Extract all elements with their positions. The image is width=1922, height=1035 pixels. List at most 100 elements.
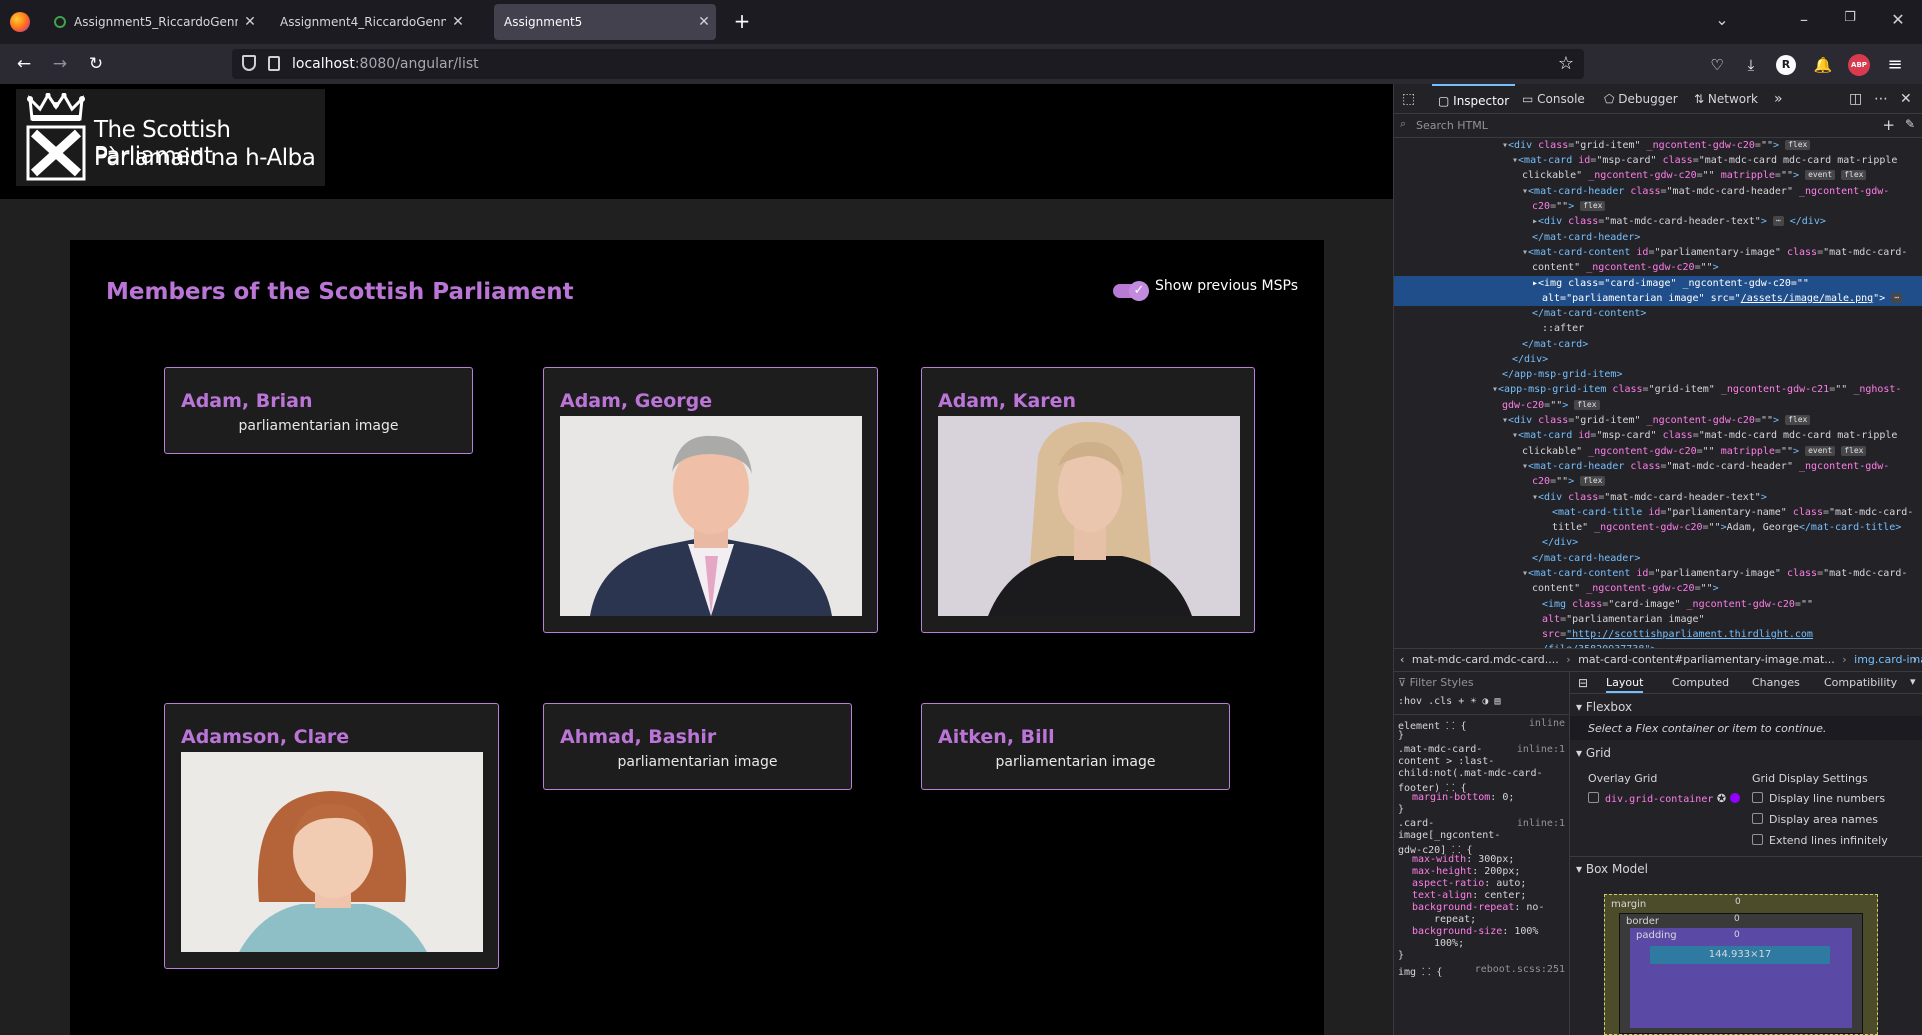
extension-notification-icon[interactable]: 🔔: [1812, 54, 1834, 76]
checkbox[interactable]: [1752, 834, 1763, 845]
box-model-margin[interactable]: margin 0 border 0 padding 0 144.933×17: [1604, 894, 1878, 1035]
html-search-bar[interactable]: ⌕ Search HTML + ✎: [1394, 114, 1922, 138]
dom-node[interactable]: </div>: [1394, 535, 1922, 550]
cls-toggle[interactable]: .cls: [1428, 696, 1452, 707]
css-selector[interactable]: .card-: [1398, 818, 1434, 829]
option-extend-lines[interactable]: Extend lines infinitely: [1752, 834, 1888, 847]
dom-node[interactable]: ::after: [1394, 321, 1922, 336]
dom-node-selected[interactable]: alt="parliamentarian image" src="/assets…: [1394, 291, 1922, 307]
dark-theme-icon[interactable]: ◑: [1482, 696, 1488, 707]
shield-icon[interactable]: [242, 55, 256, 71]
option-display-area-names[interactable]: Display area names: [1752, 813, 1878, 826]
reload-button[interactable]: ↻: [84, 52, 108, 76]
tab-assignment5-riccardo[interactable]: Assignment5_RiccardoGennaro ✕: [44, 4, 262, 40]
dom-node[interactable]: ▾<mat-card-content id="parliamentary-ima…: [1394, 566, 1922, 581]
list-all-tabs-icon[interactable]: ⌄: [1702, 10, 1742, 29]
dom-node[interactable]: <mat-card-title id="parliamentary-name" …: [1394, 505, 1922, 520]
dom-node[interactable]: </mat-card-content>: [1394, 306, 1922, 321]
tab-debugger[interactable]: ⬠ Debugger: [1604, 84, 1678, 114]
css-declaration[interactable]: max-height: 200px;: [1398, 866, 1520, 877]
breadcrumb-item[interactable]: mat-card-content#parliamentary-image.mat…: [1578, 653, 1835, 666]
tab-inspector[interactable]: ▢ Inspector: [1432, 84, 1516, 114]
close-devtools-icon[interactable]: ✕: [1900, 84, 1912, 114]
chevron-left-icon[interactable]: ‹: [1394, 653, 1408, 666]
tab-assignment4-riccardo[interactable]: Assignment4_RiccardoGennaro_24 ✕: [270, 4, 470, 40]
tab-computed[interactable]: Computed: [1672, 676, 1729, 689]
light-theme-icon[interactable]: ☀: [1470, 696, 1476, 707]
tab-changes[interactable]: Changes: [1752, 676, 1800, 689]
dom-node[interactable]: ▾<div class="mat-mdc-card-header-text">: [1394, 490, 1922, 505]
menu-icon[interactable]: ≡: [1884, 54, 1906, 76]
css-source[interactable]: inline:1: [1517, 818, 1565, 829]
hov-toggle[interactable]: :hov: [1398, 696, 1422, 707]
css-selector[interactable]: .mat-mdc-card-: [1398, 744, 1482, 755]
pocket-icon[interactable]: ♡: [1706, 54, 1728, 76]
adblock-plus-icon[interactable]: ABP: [1848, 54, 1870, 76]
css-rule-element[interactable]: element ⸬ {: [1398, 718, 1467, 732]
dom-tree[interactable]: ▾<div class="grid-item" _ngcontent-gdw-c…: [1394, 138, 1922, 648]
show-previous-msps-toggle[interactable]: ✓: [1111, 281, 1149, 301]
margin-top-value[interactable]: 0: [1735, 897, 1741, 907]
css-source[interactable]: inline: [1529, 718, 1565, 729]
url-bar[interactable]: localhost:8080/angular/list ☆: [232, 49, 1584, 79]
checkbox[interactable]: [1588, 792, 1599, 803]
parliament-logo[interactable]: The Scottish Parliament Pàrlamaid na h-A…: [16, 89, 325, 186]
css-declaration[interactable]: aspect-ratio: auto;: [1398, 878, 1526, 889]
sidebar-toggle-icon[interactable]: ⊟: [1578, 676, 1588, 690]
filter-styles-input[interactable]: ⊽ Filter Styles: [1398, 676, 1474, 689]
add-rule-icon[interactable]: +: [1458, 696, 1464, 707]
css-declaration[interactable]: background-size: 100%: [1398, 926, 1538, 937]
css-declaration[interactable]: max-width: 300px;: [1398, 854, 1514, 865]
css-declaration[interactable]: text-align: center;: [1398, 890, 1526, 901]
firefox-icon[interactable]: [10, 12, 30, 32]
more-options-icon[interactable]: ⋯: [1874, 84, 1888, 114]
print-media-icon[interactable]: ▤: [1494, 696, 1500, 707]
msp-card[interactable]: Adamson, Clare: [164, 703, 499, 969]
eyedropper-icon[interactable]: ✎: [1905, 117, 1915, 131]
highlight-icon[interactable]: ✪: [1717, 792, 1726, 805]
account-icon[interactable]: R: [1776, 55, 1796, 75]
chevron-down-icon[interactable]: ▾: [1910, 675, 1916, 688]
dom-node[interactable]: ▾<div class="grid-item" _ngcontent-gdw-c…: [1394, 413, 1922, 428]
css-declaration[interactable]: background-repeat: no-: [1398, 902, 1544, 913]
msp-card[interactable]: Adam, Karen: [921, 367, 1255, 633]
tab-network[interactable]: ⇅ Network: [1694, 84, 1758, 114]
close-icon[interactable]: ✕: [692, 14, 716, 30]
dom-node[interactable]: </mat-card>: [1394, 337, 1922, 352]
close-icon[interactable]: ✕: [446, 14, 470, 30]
padding-top-value[interactable]: 0: [1734, 930, 1740, 940]
css-source[interactable]: reboot.scss:251: [1475, 964, 1565, 975]
checkbox[interactable]: [1752, 792, 1763, 803]
dom-node[interactable]: ▾<mat-card-content id="parliamentary-ima…: [1394, 245, 1922, 260]
checkbox[interactable]: [1752, 813, 1763, 824]
dom-node[interactable]: </div>: [1394, 352, 1922, 367]
dock-side-icon[interactable]: ◫: [1849, 84, 1862, 114]
dom-node[interactable]: </app-msp-grid-item>: [1394, 367, 1922, 382]
dom-node[interactable]: ▾<mat-card id="msp-card" class="mat-mdc-…: [1394, 428, 1922, 443]
grid-section-header[interactable]: ▾ Grid: [1576, 746, 1611, 760]
breadcrumb-item[interactable]: mat-mdc-card.mdc-card....: [1412, 653, 1559, 666]
more-tabs-icon[interactable]: »: [1774, 84, 1783, 114]
box-model-padding[interactable]: padding 0 144.933×17: [1630, 928, 1852, 1028]
url-text[interactable]: localhost:8080/angular/list: [292, 56, 479, 72]
restore-button[interactable]: ❐: [1830, 10, 1870, 25]
bookmark-star-icon[interactable]: ☆: [1558, 53, 1574, 74]
search-input[interactable]: Search HTML: [1416, 119, 1488, 132]
grid-container-row[interactable]: div.grid-container ✪: [1588, 792, 1740, 805]
add-node-icon[interactable]: +: [1882, 116, 1895, 134]
box-model-border[interactable]: border 0 padding 0 144.933×17: [1619, 913, 1863, 1034]
minimize-button[interactable]: –: [1784, 10, 1824, 29]
dom-node[interactable]: ▾<div class="grid-item" _ngcontent-gdw-c…: [1394, 138, 1922, 153]
new-tab-button[interactable]: +: [728, 8, 756, 36]
tab-compatibility[interactable]: Compatibility: [1824, 676, 1897, 689]
box-model-content[interactable]: 144.933×17: [1650, 946, 1830, 964]
dom-node[interactable]: ▾<mat-card id="msp-card" class="mat-mdc-…: [1394, 153, 1922, 168]
color-swatch[interactable]: [1729, 793, 1740, 803]
dom-node[interactable]: </mat-card-header>: [1394, 551, 1922, 566]
chevron-right-icon[interactable]: ›: [1913, 649, 1917, 671]
border-top-value[interactable]: 0: [1734, 914, 1740, 924]
css-selector[interactable]: img ⸬ {: [1398, 964, 1442, 978]
msp-card[interactable]: Adam, Brian parliamentarian image: [164, 367, 473, 454]
dom-node[interactable]: ▾<mat-card-header class="mat-mdc-card-he…: [1394, 459, 1922, 474]
tab-assignment5[interactable]: Assignment5 ✕: [494, 4, 716, 40]
